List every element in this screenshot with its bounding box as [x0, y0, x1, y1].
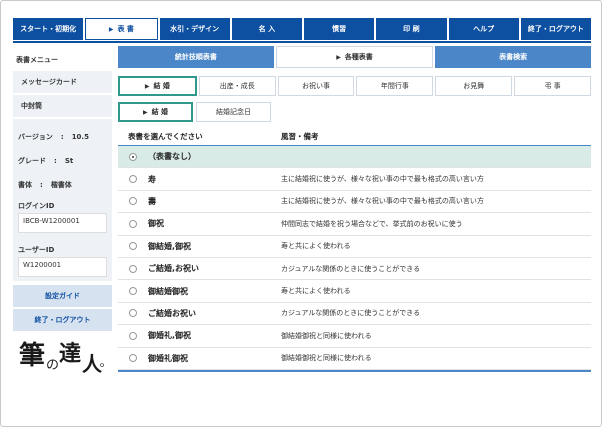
omotegaki-description: 寿と共によく使われる	[281, 287, 351, 296]
omotegaki-description: 仲間同志で結婚を祝う場合などで、挙式前のお祝いに使う	[281, 219, 463, 228]
table-header: 表書を選んでください 風習・備考	[118, 128, 591, 146]
omotegaki-name: 御婚礼御祝	[148, 353, 188, 363]
nav-tab-print[interactable]: 印 刷	[376, 18, 447, 40]
omotegaki-name: ご結婚お祝い	[148, 308, 196, 318]
category-birth-growth[interactable]: 出産・成長	[198, 76, 276, 96]
nav-tab-logout[interactable]: 終了・ログアウト	[520, 18, 591, 40]
omotegaki-description: カジュアルな関係のときに使うことができる	[281, 264, 421, 273]
header-name: 表書を選んでください	[128, 132, 203, 141]
sidebar-item-inner-envelope[interactable]: 中封筒	[13, 95, 112, 117]
omotegaki-name: 寿	[148, 174, 156, 184]
nav-tab-start[interactable]: スタート・初期化	[13, 18, 84, 40]
table-body: （表書なし）寿主に結婚祝に使うが、様々な祝い事の中で最も格式の高い言い方壽主に結…	[118, 146, 591, 370]
sidebar-info-panel: バージョン : 10.5 グレード : St 書体 : 楷書体 ログインID I…	[13, 119, 112, 281]
subcategory-wedding[interactable]: 結 婚	[118, 102, 193, 122]
category-get-well[interactable]: お見舞	[435, 76, 513, 96]
omotegaki-description: カジュアルな関係のときに使うことができる	[281, 309, 421, 318]
subtab-search[interactable]: 表書検索	[435, 46, 592, 68]
category-buttons: 結 婚 出産・成長 お祝い事 年間行事 お見舞 弔 事	[118, 76, 591, 96]
login-id-field: IBCB-W1200001	[18, 213, 107, 233]
omotegaki-subtabs: 統計技順表書 各種表書 表書検索	[118, 46, 592, 68]
font-value: 楷書体	[50, 181, 72, 189]
table-row[interactable]: 御結婚,御祝 寿と共によく使われる	[118, 236, 591, 258]
radio-button[interactable]	[129, 242, 137, 251]
nav-tab-kanshu[interactable]: 慣習	[304, 18, 375, 40]
font-label: 書体	[18, 181, 32, 189]
svg-text:人: 人	[82, 352, 103, 376]
table-row[interactable]: （表書なし）	[118, 146, 591, 169]
grade-row: グレード : St	[18, 149, 107, 173]
grade-value: St	[64, 157, 74, 165]
nav-divider	[13, 41, 591, 43]
omotegaki-name: 御婚礼,御祝	[148, 331, 192, 341]
radio-button[interactable]	[129, 287, 137, 296]
font-row: 書体 : 楷書体	[18, 173, 107, 197]
table-row[interactable]: 御婚礼,御祝 御結婚御祝と同様に使われる	[118, 325, 591, 348]
table-row[interactable]: 壽 主に結婚祝に使うが、様々な祝い事の中で最も格式の高い言い方	[118, 191, 591, 214]
table-row[interactable]: ご結婚,お祝い カジュアルな関係のときに使うことができる	[118, 258, 591, 281]
omotegaki-name: 御祝	[148, 219, 164, 229]
sidebar: 表書メニュー メッセージカード 中封筒 バージョン : 10.5 グレード : …	[13, 49, 112, 331]
svg-text:筆: 筆	[19, 341, 45, 371]
omotegaki-name: 壽	[148, 196, 156, 206]
grade-separator: :	[54, 157, 57, 165]
user-id-field: W1200001	[18, 257, 107, 277]
omotegaki-name: 御結婚御祝	[148, 286, 188, 296]
radio-button[interactable]	[129, 219, 137, 228]
radio-button[interactable]	[129, 309, 137, 318]
subcategory-buttons: 結 婚 結婚記念日	[118, 102, 271, 122]
svg-text:の: の	[46, 358, 59, 373]
radio-button[interactable]	[129, 354, 137, 363]
nav-tab-help[interactable]: ヘルプ	[448, 18, 519, 40]
sidebar-item-message-card[interactable]: メッセージカード	[13, 71, 112, 93]
svg-text:達: 達	[59, 341, 81, 367]
font-separator: :	[40, 181, 43, 189]
omotegaki-table: 表書を選んでください 風習・備考 （表書なし）寿主に結婚祝に使うが、様々な祝い事…	[118, 128, 591, 372]
version-label: バージョン	[18, 133, 53, 141]
subcategory-anniversary[interactable]: 結婚記念日	[196, 102, 271, 122]
sidebar-title: 表書メニュー	[16, 56, 58, 64]
radio-button[interactable]	[129, 264, 137, 273]
omotegaki-description: 御結婚御祝と同様に使われる	[281, 354, 372, 363]
omotegaki-name: ご結婚,お祝い	[148, 264, 200, 274]
version-separator: :	[60, 133, 64, 141]
settings-guide-button[interactable]: 設定ガイド	[13, 285, 112, 307]
table-row[interactable]: 御婚礼御祝 御結婚御祝と同様に使われる	[118, 348, 591, 370]
login-id-label: ログインID	[18, 202, 55, 210]
fude-no-tatsujin-logo: 筆 の 達 人	[19, 341, 104, 376]
table-row[interactable]: 御結婚御祝 寿と共によく使われる	[118, 280, 591, 303]
omotegaki-name: （表書なし）	[148, 152, 196, 162]
app-window: スタート・初期化 表 書 水引・デザイン 名 入 慣習 印 刷 ヘルプ 終了・ロ…	[0, 0, 602, 427]
omotegaki-description: 寿と共によく使われる	[281, 242, 351, 251]
subtab-standard[interactable]: 統計技順表書	[118, 46, 274, 68]
subtab-various[interactable]: 各種表書	[275, 46, 434, 68]
grade-label: グレード	[18, 157, 46, 165]
omotegaki-description: 主に結婚祝に使うが、様々な祝い事の中で最も格式の高い言い方	[281, 197, 484, 206]
radio-button[interactable]	[129, 331, 137, 340]
version-value: 10.5	[71, 133, 89, 141]
category-wedding[interactable]: 結 婚	[118, 76, 197, 96]
radio-button[interactable]	[129, 152, 137, 161]
header-description: 風習・備考	[281, 132, 319, 141]
category-condolence[interactable]: 弔 事	[514, 76, 591, 96]
version-row: バージョン : 10.5	[18, 125, 107, 149]
logout-button[interactable]: 終了・ログアウト	[13, 309, 112, 331]
table-row[interactable]: ご結婚お祝い カジュアルな関係のときに使うことができる	[118, 303, 591, 326]
omotegaki-description: 御結婚御祝と同様に使われる	[281, 331, 372, 340]
top-navigation: スタート・初期化 表 書 水引・デザイン 名 入 慣習 印 刷 ヘルプ 終了・ロ…	[13, 18, 591, 40]
table-row[interactable]: 御祝 仲間同志で結婚を祝う場合などで、挙式前のお祝いに使う	[118, 213, 591, 236]
category-celebration[interactable]: お祝い事	[277, 76, 355, 96]
omotegaki-name: 御結婚,御祝	[148, 241, 192, 251]
radio-button[interactable]	[129, 197, 137, 206]
omotegaki-description: 主に結婚祝に使うが、様々な祝い事の中で最も格式の高い言い方	[281, 175, 484, 184]
table-row[interactable]: 寿 主に結婚祝に使うが、様々な祝い事の中で最も格式の高い言い方	[118, 168, 591, 191]
user-id-label: ユーザーID	[18, 246, 55, 254]
nav-tab-omotegaki[interactable]: 表 書	[85, 18, 158, 40]
radio-button[interactable]	[129, 175, 137, 184]
category-annual-events[interactable]: 年間行事	[356, 76, 434, 96]
nav-tab-naire[interactable]: 名 入	[231, 18, 302, 40]
nav-tab-mizuhiki-design[interactable]: 水引・デザイン	[159, 18, 230, 40]
